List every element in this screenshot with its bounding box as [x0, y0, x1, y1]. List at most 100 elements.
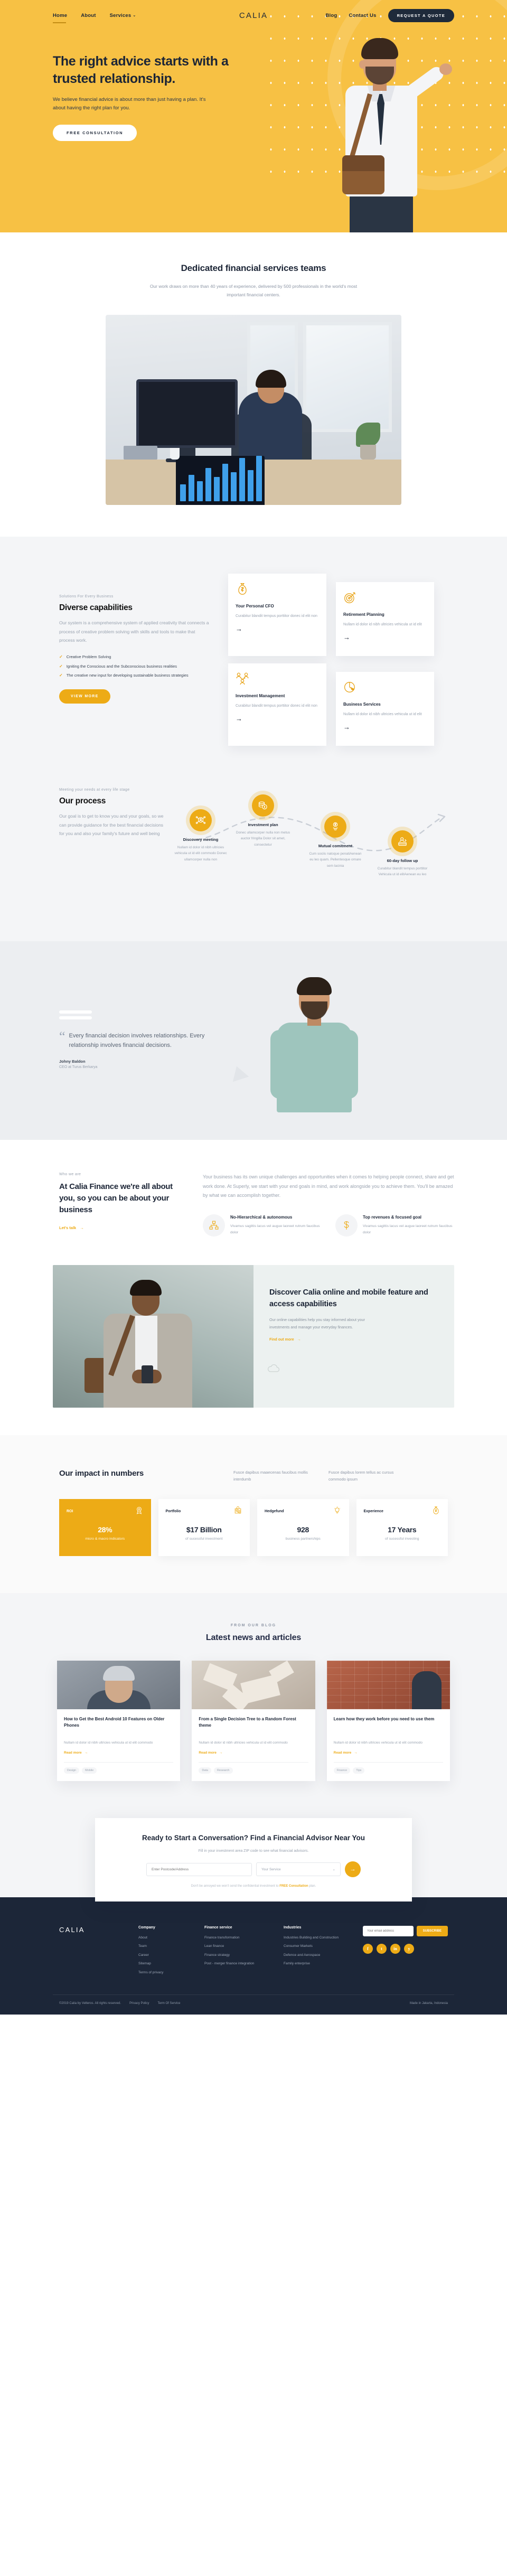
footer-link[interactable]: Defence and Aerospace: [284, 1953, 352, 1957]
cta-note-link[interactable]: FREE Consultation: [279, 1885, 308, 1888]
footer-link[interactable]: Team: [138, 1944, 194, 1949]
thumb-person: [411, 1671, 442, 1709]
dedicated-teams-section: Dedicated financial services teams Our w…: [0, 232, 507, 505]
read-more-link[interactable]: Read more →: [334, 1751, 358, 1755]
capability-title: Investment Management: [236, 694, 285, 699]
who-paragraph: Your business has its own unique challen…: [203, 1174, 454, 1198]
chart-bar: [239, 457, 245, 502]
post-tag[interactable]: Data: [199, 1767, 211, 1774]
advisor-desk-icon: [391, 830, 414, 853]
discover-banner: Discover Calia online and mobile feature…: [53, 1264, 454, 1408]
capability-title: Retirement Planning: [343, 612, 384, 617]
blog-post-card[interactable]: Learn how they work before you need to u…: [326, 1660, 450, 1781]
post-tag[interactable]: Tips: [353, 1767, 365, 1774]
process-timeline: Discovery meeting Nullam id dolor id nib…: [173, 788, 454, 899]
view-more-button[interactable]: VIEW MORE: [59, 689, 110, 704]
facebook-icon[interactable]: f: [363, 1943, 373, 1954]
tick-item: ✓ The creative new input for developing s…: [59, 672, 211, 679]
newsletter-subscribe-button[interactable]: SUBSCRIBE: [416, 1925, 448, 1936]
capability-card-business[interactable]: Business Services Nullam id dolor id nib…: [336, 672, 434, 746]
find-out-more-link[interactable]: Find out more →: [269, 1338, 301, 1342]
footer-logo[interactable]: CALIA: [59, 1926, 128, 1934]
quote-mark-icon: “: [59, 1028, 65, 1044]
stat-sub: micro & macro indicators: [85, 1537, 125, 1541]
post-tag[interactable]: Research: [213, 1767, 233, 1774]
dollar-sign-icon: [335, 1214, 358, 1237]
stat-card-roi: ROI 28% micro & macro indicators: [59, 1498, 151, 1556]
stat-card-portfolio: Portfolio $17 Billion of sucessful inves…: [158, 1498, 250, 1556]
footer-link[interactable]: Family enterprise: [284, 1961, 352, 1966]
lets-talk-link[interactable]: Let's talk →: [59, 1225, 84, 1230]
blog-wrap: FROM OUR BLOG Latest news and articles H…: [53, 1624, 454, 1781]
capability-card-investment[interactable]: Investment Management Curabitur blandit …: [228, 663, 326, 746]
arrow-right-icon[interactable]: →: [343, 634, 427, 641]
youtube-icon[interactable]: y: [404, 1943, 414, 1954]
footer-link[interactable]: Post - merger finance integration: [204, 1961, 273, 1966]
diverse-eyebrow: Solutions For Every Business: [59, 595, 114, 599]
monitor-bar-chart: [176, 456, 265, 505]
site-logo[interactable]: CALIA: [239, 11, 268, 20]
footer-link[interactable]: Lean finance: [204, 1944, 273, 1949]
site-footer: CALIA Company About Team Career Sitemap …: [0, 1897, 507, 2015]
capability-title: Your Personal CFO: [236, 604, 274, 609]
who-body: Your business has its own unique challen…: [203, 1173, 454, 1237]
capability-card-cfo[interactable]: Your Personal CFO Curabitur blandit temp…: [228, 574, 326, 657]
testimonial-quote: Every financial decision involves relati…: [69, 1032, 205, 1048]
process-body: Our goal is to get to know you and your …: [59, 813, 164, 837]
copyright-text: ©2019 Calia by Velteros. All rights rese…: [59, 2002, 121, 2006]
blog-post-card[interactable]: From a Single Decision Tree to a Random …: [192, 1660, 315, 1781]
post-tag[interactable]: Finance: [333, 1767, 351, 1774]
stat-label: Portfolio: [165, 1510, 181, 1514]
org-chart-icon: [203, 1214, 225, 1237]
footer-link[interactable]: Terms of privacy: [138, 1970, 194, 1975]
footer-link[interactable]: Career: [138, 1953, 194, 1957]
stat-label: Hedgefund: [265, 1510, 284, 1514]
zip-code-input[interactable]: [146, 1862, 252, 1876]
feature-desc: Vivamus sagittis lacus vel augue laoreet…: [363, 1224, 453, 1234]
privacy-policy-link[interactable]: Privacy Policy: [129, 2002, 149, 2005]
arrow-right-icon[interactable]: →: [236, 715, 319, 722]
arrow-right-icon[interactable]: →: [236, 625, 319, 632]
award-ribbon-icon: [135, 1506, 144, 1518]
footer-link[interactable]: Sitemap: [138, 1961, 194, 1966]
service-select[interactable]: Your Service ⌄: [256, 1862, 341, 1877]
nav-item-contact[interactable]: Contact Us: [349, 13, 376, 18]
linkedin-icon[interactable]: in: [390, 1943, 400, 1954]
chevron-down-icon: ⌄: [133, 13, 136, 17]
post-title: From a Single Decision Tree to a Random …: [199, 1716, 296, 1728]
twitter-icon[interactable]: t: [377, 1943, 387, 1954]
blog-post-card[interactable]: How to Get the Best Android 10 Features …: [57, 1660, 181, 1781]
terms-link[interactable]: Term Of Service: [158, 2002, 181, 2005]
newsletter-email-input[interactable]: [363, 1925, 414, 1936]
footer-link[interactable]: Finance transformation: [204, 1935, 273, 1940]
service-select-value: Your Service: [261, 1867, 281, 1871]
free-consultation-button[interactable]: FREE CONSULTATION: [53, 124, 137, 141]
nav-item-about[interactable]: About: [81, 13, 96, 18]
footer-link[interactable]: Industries Building and Construction: [284, 1935, 352, 1940]
footer-link[interactable]: About: [138, 1935, 194, 1940]
footer-bottom-bar: ©2019 Calia by Velteros. All rights rese…: [53, 1994, 454, 2015]
nav-item-services[interactable]: Services ⌄: [110, 13, 136, 18]
footer-link[interactable]: Consumer Markets: [284, 1944, 352, 1949]
post-tag[interactable]: Mobile: [82, 1767, 97, 1774]
step-title: Investment plan: [248, 822, 278, 828]
arrow-right-icon[interactable]: →: [343, 724, 427, 730]
who-we-are-section: Who we are At Calia Finance we're all ab…: [0, 1140, 507, 1242]
testimonial-copy: “Every financial decision involves relat…: [53, 1010, 227, 1069]
our-process-section: Meeting your needs at every life stage O…: [0, 788, 507, 942]
feature-text: No-Hierarchical & autonomous Vivamus sag…: [230, 1214, 322, 1237]
request-quote-button[interactable]: REQUEST A QUOTE: [388, 8, 455, 22]
plant-leaves: [356, 423, 380, 447]
testimonial-figure: [259, 971, 370, 1113]
read-more-link[interactable]: Read more →: [64, 1751, 88, 1755]
nav-item-blog[interactable]: Blog: [326, 13, 337, 18]
post-tags: Data Research: [199, 1762, 308, 1774]
post-tag[interactable]: Design: [64, 1767, 80, 1774]
nav-item-home[interactable]: Home: [53, 13, 67, 23]
submit-button[interactable]: →: [345, 1861, 361, 1878]
read-more-link[interactable]: Read more →: [199, 1751, 222, 1755]
footer-link[interactable]: Finance strategy: [204, 1953, 273, 1957]
feature-title: No-Hierarchical & autonomous: [230, 1214, 293, 1220]
capability-card-retirement[interactable]: Retirement Planning Nullam id dolor id n…: [336, 582, 434, 657]
stat-sub: of sucessful investing: [384, 1537, 419, 1541]
